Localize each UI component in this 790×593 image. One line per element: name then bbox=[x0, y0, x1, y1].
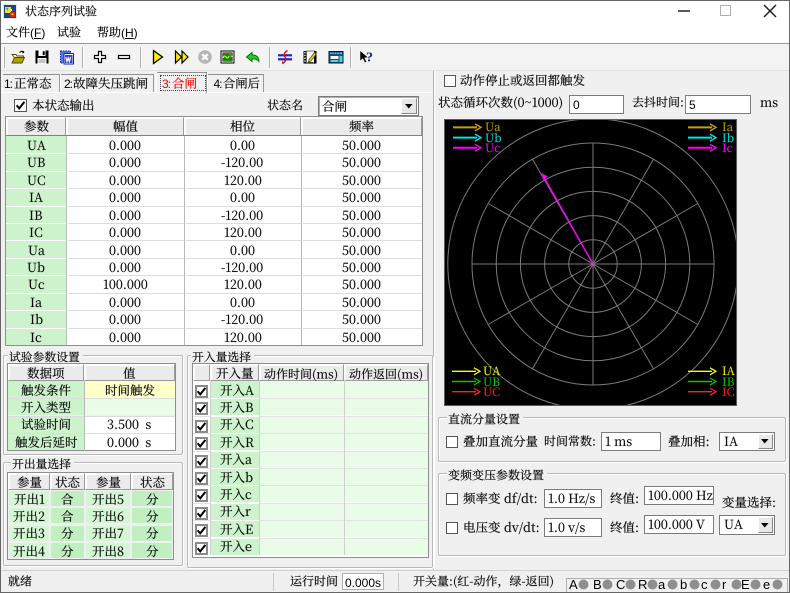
svg-text:?: ? bbox=[366, 51, 373, 66]
